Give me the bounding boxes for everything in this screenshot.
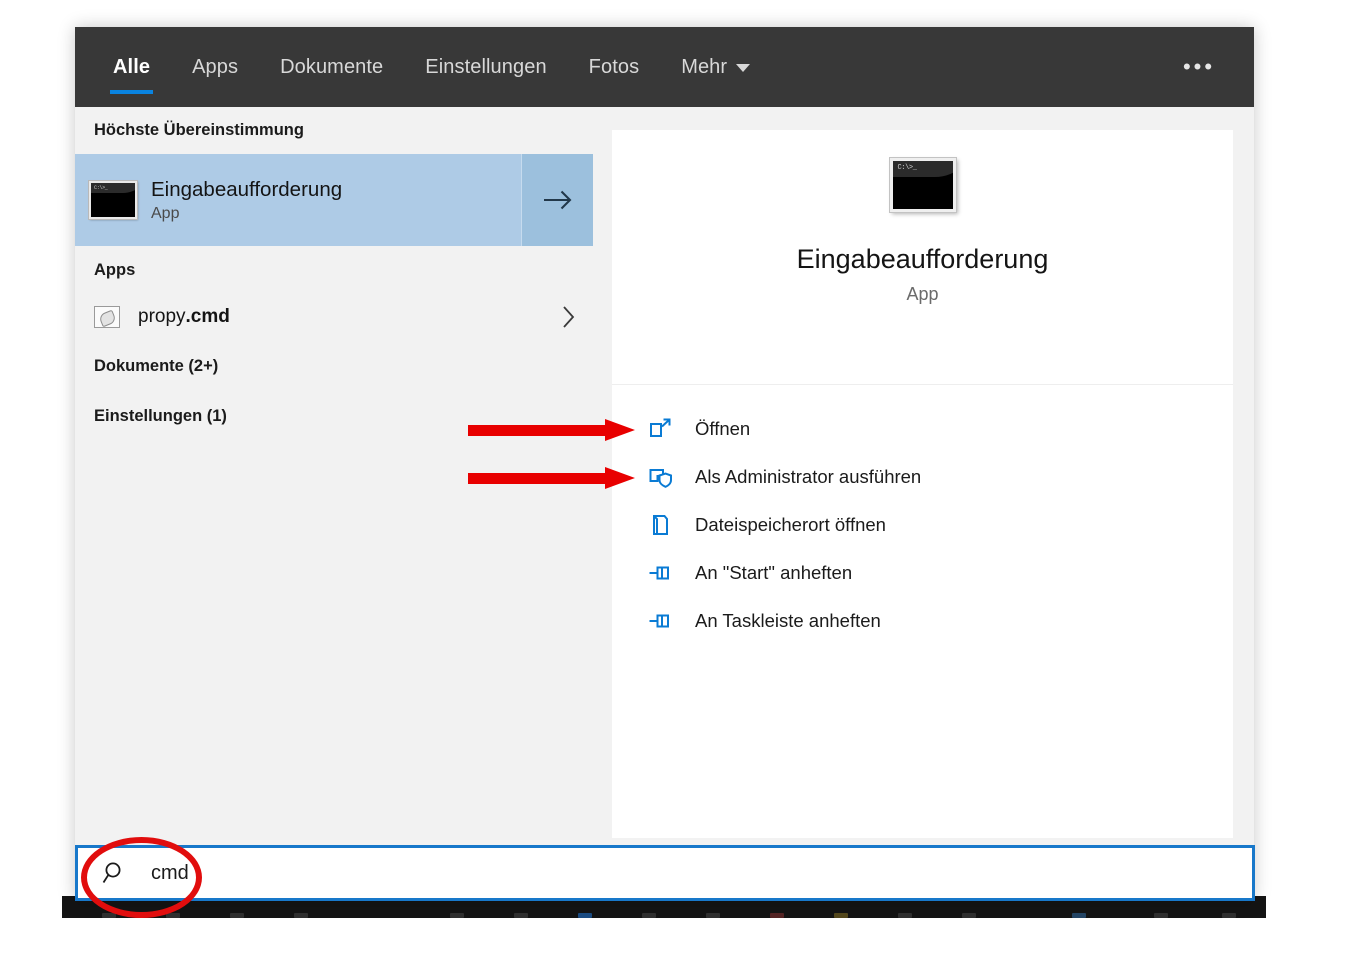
taskbar-icon[interactable] — [962, 913, 976, 918]
more-options-button[interactable]: ••• — [1171, 27, 1227, 107]
filter-tab-bar: Alle Apps Dokumente Einstellungen Fotos … — [75, 27, 1254, 107]
command-prompt-icon-text: C:\>_ — [897, 164, 917, 172]
tab-label: Alle — [113, 55, 151, 78]
command-prompt-icon: C:\>_ — [889, 158, 956, 212]
tab-label: Apps — [192, 55, 239, 78]
preview-card: C:\>_ Eingabeaufforderung App Öffnen Als… — [612, 130, 1233, 838]
taskbar-icon[interactable] — [642, 913, 656, 918]
command-prompt-icon: C:\>_ — [89, 181, 137, 219]
search-box[interactable]: cmd — [75, 845, 1255, 901]
result-row-label: propy.cmd — [138, 306, 545, 328]
tab-label: Einstellungen — [425, 55, 547, 78]
tab-mehr[interactable]: Mehr — [660, 27, 771, 107]
group-header-einstellungen: Einstellungen (1) — [94, 406, 227, 425]
action-label: An Taskleiste anheften — [695, 610, 881, 631]
taskbar-icon[interactable] — [514, 913, 528, 918]
taskbar-icon[interactable] — [294, 913, 308, 918]
action-label: Als Administrator ausführen — [695, 466, 922, 487]
group-header-dokumente: Dokumente (2+) — [94, 356, 219, 375]
open-external-icon — [648, 417, 682, 441]
group-header-apps: Apps — [94, 260, 136, 279]
tab-label: Dokumente — [280, 55, 384, 78]
result-label-match: .cmd — [185, 306, 230, 327]
search-flyout-window: Alle Apps Dokumente Einstellungen Fotos … — [75, 27, 1254, 901]
script-file-icon — [94, 306, 120, 328]
top-match-subtitle: App — [151, 205, 180, 223]
shield-run-as-admin-icon — [648, 465, 682, 489]
tab-alle[interactable]: Alle — [92, 27, 171, 107]
taskbar-icon[interactable] — [834, 913, 848, 918]
taskbar-icon[interactable] — [450, 913, 464, 918]
taskbar-icon[interactable] — [1222, 913, 1236, 918]
taskbar-icon[interactable] — [1072, 913, 1086, 918]
taskbar-icon[interactable] — [898, 913, 912, 918]
search-icon — [101, 859, 129, 887]
preview-app-title: Eingabeaufforderung — [796, 244, 1049, 274]
action-list: Öffnen Als Administrator ausführen Datei… — [612, 385, 1233, 645]
top-match-text: Eingabeaufforderung App — [151, 154, 521, 246]
preview-hero: C:\>_ Eingabeaufforderung App — [612, 130, 1233, 385]
flyout-body: Höchste Übereinstimmung C:\>_ Eingabeauf… — [75, 107, 1254, 901]
pin-icon — [648, 609, 682, 633]
tab-label: Mehr — [681, 55, 728, 78]
command-prompt-icon-text: C:\>_ — [94, 185, 108, 191]
taskbar-icon[interactable] — [578, 913, 592, 918]
tab-apps[interactable]: Apps — [171, 27, 259, 107]
taskbar-icon[interactable] — [230, 913, 244, 918]
taskbar-icon[interactable] — [166, 913, 180, 918]
search-input[interactable]: cmd — [151, 862, 189, 885]
taskbar-icon[interactable] — [770, 913, 784, 918]
taskbar-icon[interactable] — [706, 913, 720, 918]
result-row-propy-cmd[interactable]: propy.cmd — [75, 294, 593, 340]
taskbar-icon[interactable] — [1154, 913, 1168, 918]
tab-fotos[interactable]: Fotos — [568, 27, 661, 107]
tab-einstellungen[interactable]: Einstellungen — [404, 27, 567, 107]
group-header-top-match: Höchste Übereinstimmung — [94, 121, 304, 139]
action-pin-to-taskbar[interactable]: An Taskleiste anheften — [612, 597, 1233, 645]
result-label-plain: propy — [138, 306, 186, 327]
preview-pane: C:\>_ Eingabeaufforderung App Öffnen Als… — [611, 107, 1254, 901]
expand-details-button[interactable] — [521, 154, 593, 246]
action-label: An "Start" anheften — [695, 562, 853, 583]
tab-dokumente[interactable]: Dokumente — [259, 27, 404, 107]
results-pane: Höchste Übereinstimmung C:\>_ Eingabeauf… — [75, 107, 611, 901]
action-pin-to-start[interactable]: An "Start" anheften — [612, 549, 1233, 597]
top-match-icon-wrap: C:\>_ — [75, 154, 151, 246]
chevron-right-icon[interactable] — [545, 305, 593, 329]
action-open[interactable]: Öffnen — [612, 405, 1233, 453]
folder-location-icon — [648, 513, 682, 537]
chevron-right-glyph — [563, 306, 575, 328]
preview-app-subtitle: App — [906, 284, 939, 304]
action-label: Dateispeicherort öffnen — [695, 514, 886, 535]
action-run-as-administrator[interactable]: Als Administrator ausführen — [612, 453, 1233, 501]
tab-label: Fotos — [588, 55, 640, 78]
taskbar-icon[interactable] — [102, 913, 116, 918]
top-match-title: Eingabeaufforderung — [151, 177, 343, 201]
result-row-top-match[interactable]: C:\>_ Eingabeaufforderung App — [75, 154, 593, 246]
action-label: Öffnen — [695, 418, 751, 439]
pin-icon — [648, 561, 682, 585]
ellipsis-icon: ••• — [1182, 54, 1216, 79]
action-open-file-location[interactable]: Dateispeicherort öffnen — [612, 501, 1233, 549]
chevron-down-icon — [736, 64, 751, 72]
arrow-right-icon — [543, 190, 571, 210]
